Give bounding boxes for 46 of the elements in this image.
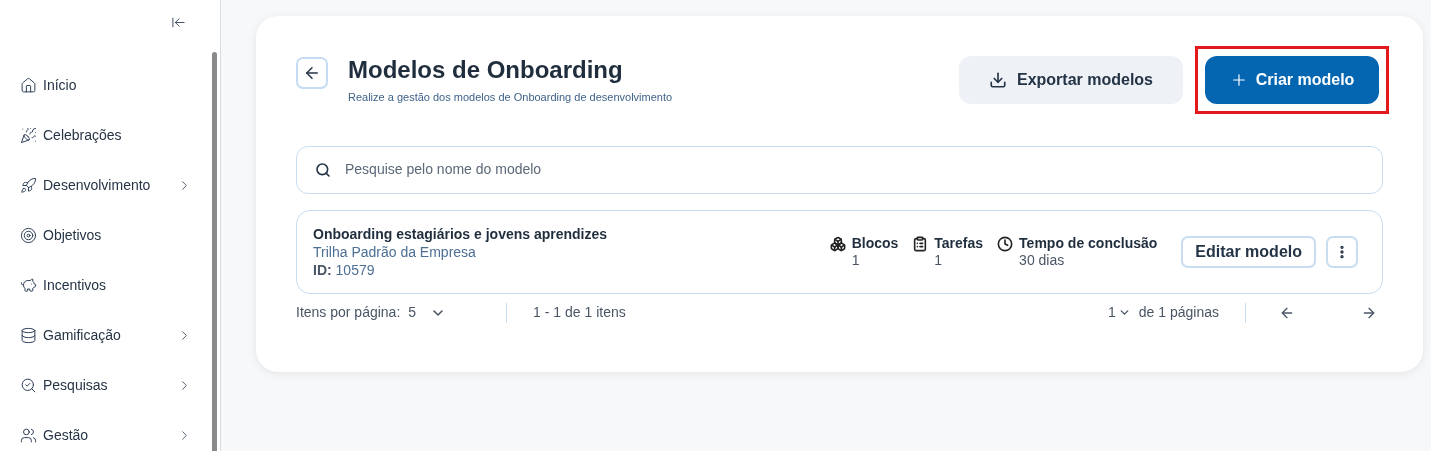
piggy-bank-icon (20, 276, 37, 294)
model-track: Trilha Padrão da Empresa (313, 242, 477, 261)
list-icon (912, 235, 929, 252)
search-icon (315, 161, 331, 178)
create-button[interactable]: Criar modelo (1205, 56, 1379, 104)
stat-value: 30 dias (1019, 251, 1066, 269)
rocket-icon (20, 176, 37, 194)
back-button[interactable] (296, 57, 328, 89)
model-id: ID: 10579 (313, 260, 376, 279)
stat-label: Blocos (851, 234, 899, 252)
more-options-button[interactable] (1326, 235, 1358, 268)
stat-value: 1 (934, 251, 944, 269)
download-icon (988, 71, 1007, 89)
clock-icon (997, 235, 1014, 252)
target-icon (20, 226, 37, 244)
export-button[interactable]: Exportar modelos (958, 56, 1183, 104)
per-page-select[interactable]: 5 (408, 302, 447, 323)
coins-stack-icon (20, 326, 37, 344)
sidebar-item[interactable]: Início (0, 60, 220, 110)
sidebar-item[interactable]: Objetivos (0, 210, 220, 260)
sidebar-item[interactable]: Gestão (0, 410, 220, 451)
stat-label: Tempo de conclusão (1019, 234, 1158, 252)
party-popper-icon (20, 126, 37, 144)
cubes-icon (829, 235, 846, 252)
search-field[interactable]: Pesquise pelo nome do modelo (296, 145, 1383, 194)
sidebar-item[interactable]: Desenvolvimento (0, 160, 220, 210)
page-select[interactable]: 1 (1108, 302, 1131, 323)
sidebar-item[interactable]: Celebrações (0, 110, 220, 160)
stat-value: 1 (851, 251, 861, 269)
page-title: Modelos de Onboarding (348, 56, 624, 84)
collapse-icon (171, 15, 186, 30)
per-page-label: Itens por página: (296, 303, 401, 322)
search-input[interactable]: Pesquise pelo nome do modelo (345, 159, 1364, 180)
model-name: Onboarding estagiários e jovens aprendizes (313, 224, 608, 243)
sidebar-item[interactable]: Gamificação (0, 310, 220, 360)
edit-model-button[interactable]: Editar modelo (1181, 235, 1316, 268)
scrollbar[interactable] (212, 52, 217, 451)
stat-label: Tarefas (934, 234, 984, 252)
sidebar-item[interactable]: Pesquisas (0, 360, 220, 410)
sidebar-item[interactable]: Incentivos (0, 260, 220, 310)
pages-label: de 1 páginas (1138, 303, 1219, 322)
home-icon (20, 76, 37, 94)
page-subtitle: Realize a gestão dos modelos de Onboarding de desenvolvimento (348, 90, 673, 105)
collapse-sidebar-button[interactable] (171, 15, 186, 30)
items-range: 1 - 1 de 1 itens (533, 303, 626, 322)
people-icon (20, 426, 37, 444)
